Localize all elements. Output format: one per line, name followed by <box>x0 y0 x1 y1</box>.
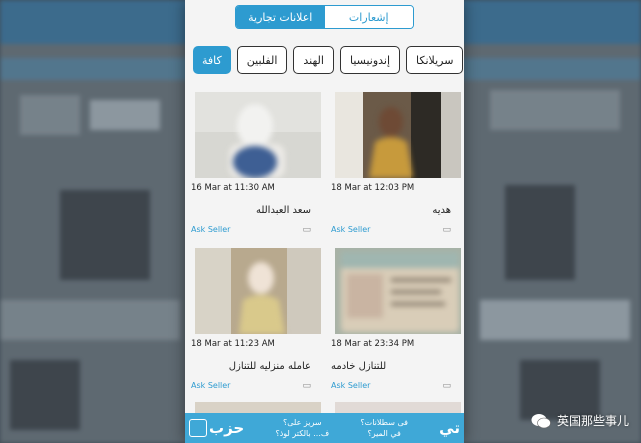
listing-time: 18 Mar at 11:23 AM <box>191 339 275 349</box>
listing-card[interactable]: 16 Mar at 11:30 AM سعد العبدالله Ask Sel… <box>191 92 321 242</box>
banner-logo-left: حزب <box>209 419 245 437</box>
image-icon: ▭ <box>442 225 451 235</box>
phone-screen: اعلانات تجارية إشعارات كافة الفلبين الهن… <box>185 0 464 443</box>
ad-banner[interactable]: حزب سريز علی؟ ف... بالکتر لوذ؟ فی سطلانا… <box>185 413 464 443</box>
listing-title: عامله منزليه للتنازل <box>228 361 311 372</box>
background-tile <box>505 185 575 280</box>
listing-photo <box>335 248 461 334</box>
banner-text-right: فی سطلانات؟ في المیر؟ <box>360 418 408 438</box>
listing-title: هديه <box>432 205 451 216</box>
listing-time: 18 Mar at 12:03 PM <box>331 183 415 193</box>
listing-card[interactable]: 18 Mar at 23:34 PM للتنازل خادمه Ask Sel… <box>331 248 461 398</box>
banner-logo-box <box>189 419 207 437</box>
listing-title: للتنازل خادمه <box>331 361 387 372</box>
category-indonesia[interactable]: إندونيسيا <box>339 46 401 74</box>
category-all[interactable]: كافة <box>193 46 231 74</box>
listing-card[interactable]: 18 Mar at 12:03 PM هديه Ask Seller ▭ <box>331 92 461 242</box>
category-bar: كافة الفلبين الهند إندونيسيا سريلانكا <box>185 46 464 78</box>
category-philippines[interactable]: الفلبين <box>236 46 288 74</box>
listing-title: سعد العبدالله <box>255 205 311 216</box>
listing-time: 18 Mar at 23:34 PM <box>331 339 415 349</box>
banner-logo-right: تي <box>439 419 460 437</box>
ask-seller-link[interactable]: Ask Seller <box>191 381 230 390</box>
background-tile <box>60 190 150 280</box>
ask-seller-link[interactable]: Ask Seller <box>331 225 370 234</box>
background-tile <box>490 90 620 130</box>
image-icon: ▭ <box>442 381 451 391</box>
listing-card[interactable]: 18 Mar at 11:23 AM عامله منزليه للتنازل … <box>191 248 321 398</box>
wechat-icon <box>531 413 551 428</box>
listing-photo <box>195 92 321 178</box>
listing-photo <box>335 92 461 178</box>
image-icon: ▭ <box>302 381 311 391</box>
image-icon: ▭ <box>302 225 311 235</box>
background-tile <box>90 100 160 130</box>
listing-time: 16 Mar at 11:30 AM <box>191 183 275 193</box>
category-india[interactable]: الهند <box>293 46 334 74</box>
background-tile <box>0 300 180 340</box>
segmented-tabs: اعلانات تجارية إشعارات <box>235 5 414 29</box>
tab-ads[interactable]: اعلانات تجارية <box>236 6 325 28</box>
ask-seller-link[interactable]: Ask Seller <box>191 225 230 234</box>
tab-notifications[interactable]: إشعارات <box>324 6 413 28</box>
background-tile <box>10 360 80 430</box>
banner-text-left: سريز علی؟ ف... بالکتر لوذ؟ <box>275 418 330 438</box>
background-tile <box>520 360 600 420</box>
listing-photo <box>195 248 321 334</box>
watermark: 英国那些事儿 <box>531 412 629 429</box>
background-tile <box>20 95 80 135</box>
ask-seller-link[interactable]: Ask Seller <box>331 381 370 390</box>
background-tile <box>480 300 630 340</box>
watermark-text: 英国那些事儿 <box>556 414 629 428</box>
category-srilanka[interactable]: سريلانكا <box>406 46 464 74</box>
